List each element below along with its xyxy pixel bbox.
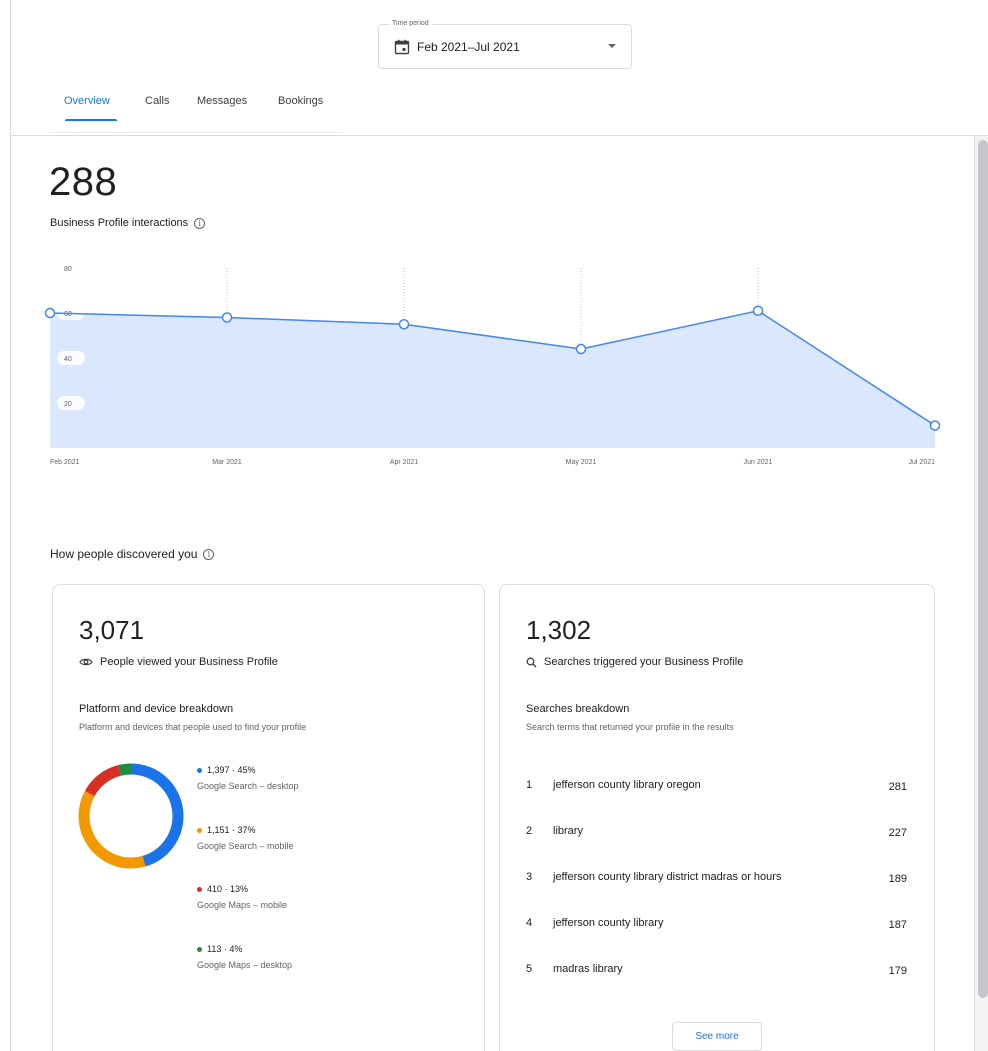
- time-period-select[interactable]: Time period Feb 2021–Jul 2021: [378, 18, 632, 69]
- tab-bar: Overview Calls Messages Bookings: [50, 86, 342, 133]
- discovery-title-text: How people discovered you: [50, 547, 198, 561]
- search-rank: 3: [526, 871, 533, 883]
- search-count: 281: [888, 781, 907, 793]
- legend-item: 1,151 · 37% Google Search – mobile: [197, 825, 294, 851]
- active-tab-indicator: [65, 119, 117, 121]
- platform-breakdown-desc: Platform and devices that people used to…: [79, 722, 307, 732]
- search-term: jefferson county library oregon: [553, 779, 701, 791]
- searches-breakdown-desc: Search terms that returned your profile …: [526, 722, 734, 732]
- search-rank: 4: [526, 917, 533, 929]
- search-term: jefferson county library: [553, 917, 664, 929]
- legend-label: Google Search – desktop: [197, 781, 299, 791]
- tab-calls[interactable]: Calls: [145, 95, 169, 107]
- platform-donut-chart: [78, 763, 184, 869]
- chart-x-labels: Feb 2021 Mar 2021 Apr 2021 May 2021 Jun 2021…: [50, 459, 935, 466]
- views-total: 3,071: [79, 615, 145, 645]
- chart-point: [575, 343, 587, 355]
- tab-bookings[interactable]: Bookings: [278, 95, 323, 107]
- info-icon[interactable]: i: [203, 549, 215, 561]
- search-rank: 2: [526, 825, 533, 837]
- search-term: madras library: [553, 963, 623, 975]
- legend-value: 410 · 13%: [207, 884, 249, 894]
- legend-value: 1,151 · 37%: [207, 825, 256, 835]
- legend-label: Google Maps – mobile: [197, 900, 288, 910]
- tab-messages[interactable]: Messages: [197, 95, 247, 107]
- legend-label: Google Maps – desktop: [197, 960, 293, 970]
- interactions-label: Business Profile interactions i: [50, 217, 206, 229]
- legend-dot: [197, 886, 202, 892]
- interactions-total: 288: [49, 160, 118, 204]
- x-tick-label: Jul 2021: [909, 459, 936, 466]
- legend-dot: [197, 827, 202, 833]
- views-label: People viewed your Business Profile: [100, 656, 278, 668]
- search-icon: [526, 657, 537, 667]
- searches-card: 1,302 Searches triggered your Business P…: [499, 584, 935, 1051]
- legend-item: 113 · 4% Google Maps – desktop: [197, 944, 292, 970]
- info-icon[interactable]: i: [194, 217, 206, 229]
- legend-value: 1,397 · 45%: [207, 765, 256, 775]
- discovery-title: How people discovered you i: [50, 547, 215, 561]
- legend-dot: [197, 946, 202, 952]
- chart-area-fill: [50, 310, 935, 448]
- legend-item: 410 · 13% Google Maps – mobile: [197, 884, 287, 910]
- search-count: 227: [888, 827, 907, 839]
- search-term: library: [553, 825, 583, 837]
- calendar-icon: [394, 39, 410, 55]
- y-tick-label: 40: [64, 356, 72, 363]
- legend-label: Google Search – mobile: [197, 841, 294, 851]
- eye-icon: [79, 658, 93, 666]
- interactions-chart: 20 40 60 80 Feb 2021 Mar 2021 Apr 2021 May 202…: [44, 261, 941, 466]
- y-tick-label: 20: [64, 401, 72, 408]
- views-subline: People viewed your Business Profile: [79, 656, 278, 668]
- time-period-legend: Time period: [389, 18, 432, 30]
- legend-dot: [197, 767, 202, 773]
- x-tick-label: May 2021: [566, 459, 597, 466]
- x-tick-label: Apr 2021: [390, 459, 419, 466]
- interactions-label-text: Business Profile interactions: [50, 217, 189, 229]
- searches-label: Searches triggered your Business Profile: [544, 656, 744, 668]
- search-count: 189: [888, 873, 907, 885]
- search-count: 179: [888, 965, 907, 977]
- y-tick-label: 80: [64, 266, 72, 273]
- chart-point: [221, 312, 233, 323]
- search-rank: 1: [526, 779, 533, 791]
- tab-overview[interactable]: Overview: [64, 95, 110, 107]
- chart-point: [752, 305, 764, 316]
- header-divider: [10, 135, 988, 136]
- x-tick-label: Feb 2021: [50, 459, 80, 466]
- y-tick-label: 60: [64, 311, 72, 318]
- chart-point: [398, 319, 410, 330]
- searches-total: 1,302: [526, 615, 592, 645]
- time-period-value: Feb 2021–Jul 2021: [417, 40, 520, 54]
- legend-value: 113 · 4%: [207, 944, 243, 954]
- platform-breakdown-title: Platform and device breakdown: [79, 703, 234, 715]
- views-card: 3,071 People viewed your Business Profil…: [52, 584, 485, 1051]
- see-more-button[interactable]: See more: [672, 1022, 762, 1051]
- searches-subline: Searches triggered your Business Profile: [526, 656, 743, 668]
- left-border: [10, 0, 11, 1051]
- x-tick-label: Mar 2021: [212, 459, 242, 466]
- search-rank: 5: [526, 963, 533, 975]
- search-term: jefferson county library district madras…: [553, 871, 782, 883]
- dropdown-caret-icon: [608, 44, 616, 48]
- search-count: 187: [888, 919, 907, 931]
- chart-point: [929, 420, 941, 431]
- x-tick-label: Jun 2021: [744, 459, 773, 466]
- legend-item: 1,397 · 45% Google Search – desktop: [197, 765, 299, 791]
- chart-point: [44, 307, 56, 319]
- searches-breakdown-title: Searches breakdown: [526, 703, 630, 715]
